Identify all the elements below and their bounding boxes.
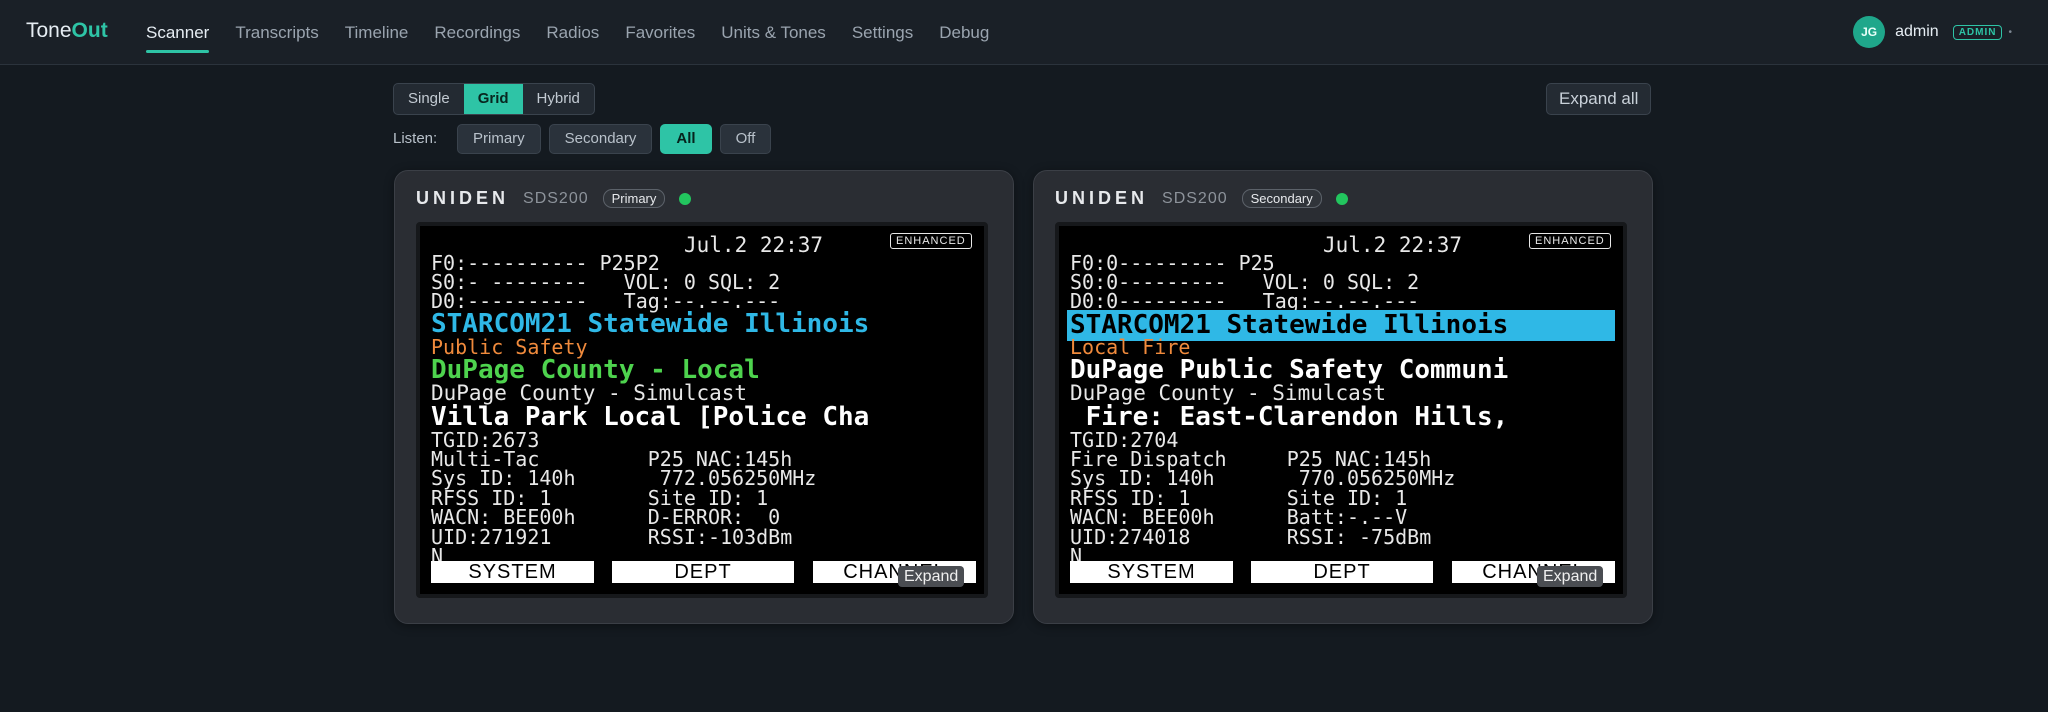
view-mode-toggle: Single Grid Hybrid [393, 83, 595, 115]
view-mode-grid[interactable]: Grid [463, 84, 523, 114]
scanner-model: SDS200 [1162, 189, 1228, 207]
display-datetime: Jul.2 22:37 [684, 233, 824, 257]
scanner-header: UNIDEN SDS200 Primary [416, 188, 692, 209]
user-menu[interactable]: JG admin ADMIN • [1853, 16, 2012, 48]
display-system: STARCOM21 Statewide Illinois [431, 309, 870, 339]
logo-text-tone: Tone [26, 19, 72, 42]
nav-debug[interactable]: Debug [939, 13, 989, 51]
nav-timeline[interactable]: Timeline [345, 13, 409, 51]
scanner-card-primary: UNIDEN SDS200 Primary Jul.2 22:37 ENHANC… [394, 170, 1014, 624]
menu-dot-icon[interactable]: • [2008, 27, 2012, 38]
nav-scanner[interactable]: Scanner [146, 13, 210, 53]
scanner-brand: UNIDEN [416, 188, 510, 208]
nav-recordings[interactable]: Recordings [434, 13, 520, 51]
listen-label: Listen: [393, 130, 438, 147]
display-channel: Villa Park Local [Police Cha [431, 402, 870, 432]
display-department: DuPage County - Local [431, 355, 760, 385]
nav-radios[interactable]: Radios [546, 13, 599, 51]
nav-transcripts[interactable]: Transcripts [235, 13, 318, 51]
view-mode-single[interactable]: Single [394, 84, 464, 114]
listen-off-button[interactable]: Off [719, 124, 772, 154]
display-d0: D0:0--------- Tag:--.--.--- [1070, 289, 1420, 313]
display-site: DuPage County - Simulcast [431, 381, 748, 405]
status-online-icon [1335, 192, 1348, 205]
app-logo[interactable]: ToneOut [26, 19, 108, 43]
expand-button[interactable]: Expand [1537, 566, 1604, 587]
view-mode-hybrid[interactable]: Hybrid [523, 84, 594, 114]
scanner-model: SDS200 [523, 189, 589, 207]
expand-button[interactable]: Expand [898, 566, 965, 587]
display-info-row: UID:271921 RSSI:-103dBm [431, 525, 793, 549]
display-d0: D0:---------- Tag:--.--.--- [431, 289, 781, 313]
enhanced-badge: ENHANCED [1529, 233, 1611, 249]
display-department: DuPage Public Safety Communi [1070, 355, 1509, 385]
logo-text-out: Out [71, 19, 108, 42]
avatar[interactable]: JG [1853, 16, 1886, 48]
display-info-row: WACN: BEE00h Batt:-.--V [1070, 505, 1408, 529]
enhanced-badge: ENHANCED [890, 233, 972, 249]
softkey-system-button[interactable]: SYSTEM [1070, 561, 1233, 583]
listen-secondary-button[interactable]: Secondary [548, 124, 653, 154]
scanner-role-badge: Secondary [1241, 189, 1322, 208]
scanner-display[interactable]: Jul.2 22:37 ENHANCED F0:---------- P25P2… [416, 222, 988, 598]
top-nav-bar: ToneOut Scanner Transcripts Timeline Rec… [0, 0, 2048, 65]
nav-settings[interactable]: Settings [852, 13, 913, 51]
listen-all-button[interactable]: All [660, 124, 712, 154]
scanner-card-secondary: UNIDEN SDS200 Secondary Jul.2 22:37 ENHA… [1033, 170, 1653, 624]
scanner-display[interactable]: Jul.2 22:37 ENHANCED F0:0--------- P25 S… [1055, 222, 1627, 598]
nav-units-tones[interactable]: Units & Tones [721, 13, 826, 51]
nav-favorites[interactable]: Favorites [625, 13, 695, 51]
listen-primary-button[interactable]: Primary [457, 124, 541, 154]
scanner-role-badge: Primary [602, 189, 666, 208]
expand-all-button[interactable]: Expand all [1546, 83, 1652, 115]
scanner-brand: UNIDEN [1055, 188, 1149, 208]
display-channel: Fire: East-Clarendon Hills, [1070, 402, 1509, 432]
softkey-dept-button[interactable]: DEPT [1251, 561, 1433, 583]
listen-selector: Primary Secondary All Off [457, 124, 772, 154]
role-badge: ADMIN [1952, 24, 2003, 40]
display-category: Local Fire [1070, 335, 1191, 359]
display-info-row: Sys ID: 140h 772.056250MHz [431, 466, 817, 490]
display-category: Public Safety [431, 335, 588, 359]
display-site: DuPage County - Simulcast [1070, 381, 1387, 405]
display-info-row: Sys ID: 140h 770.056250MHz [1070, 466, 1456, 490]
softkey-dept-button[interactable]: DEPT [612, 561, 794, 583]
username: admin [1895, 23, 1939, 40]
scanner-header: UNIDEN SDS200 Secondary [1055, 188, 1348, 209]
main-nav: Scanner Transcripts Timeline Recordings … [146, 0, 1015, 64]
status-online-icon [679, 192, 692, 205]
display-datetime: Jul.2 22:37 [1323, 233, 1463, 257]
display-info-row: UID:274018 RSSI: -75dBm [1070, 525, 1432, 549]
softkey-system-button[interactable]: SYSTEM [431, 561, 594, 583]
display-info-row: WACN: BEE00h D-ERROR: 0 [431, 505, 781, 529]
